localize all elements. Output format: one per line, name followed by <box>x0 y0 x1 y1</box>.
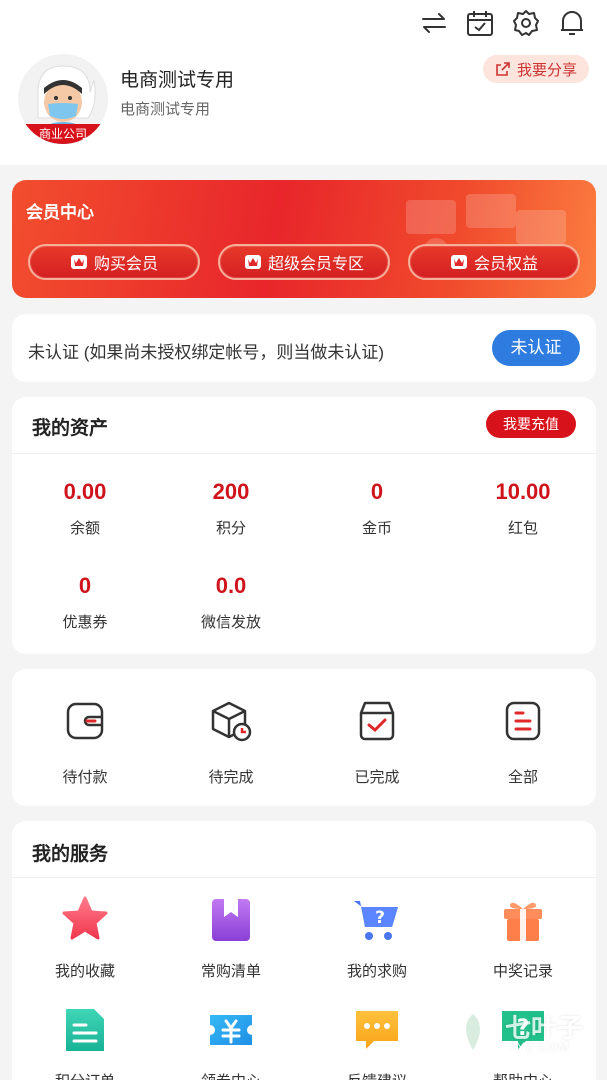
service-label: 常购清单 <box>200 963 261 980</box>
buy-membership-label: 购买会员 <box>93 256 158 273</box>
orders-card: 待付款 待完成 已完成 全部 <box>12 669 596 806</box>
asset-label: 微信发放 <box>200 614 261 631</box>
service-label: 领券中心 <box>158 1070 304 1080</box>
asset-label: 金币 <box>361 520 392 537</box>
super-member-zone-button[interactable]: 超级会员专区 <box>218 244 390 280</box>
crown-icon <box>244 255 261 269</box>
avatar[interactable]: 商业公司 <box>18 54 108 144</box>
order-completed[interactable]: 已完成 <box>304 699 450 787</box>
service-feedback[interactable]: 反馈建议 <box>304 1005 450 1080</box>
order-pending-completion[interactable]: 待完成 <box>158 699 304 787</box>
service-favorites[interactable]: 我的收藏 <box>12 895 158 981</box>
order-label: 待付款 <box>62 769 108 786</box>
svg-text:?: ? <box>375 908 385 928</box>
avatar-badge: 商业公司 <box>18 124 108 144</box>
gift-icon <box>504 902 542 941</box>
calendar-check-icon[interactable] <box>465 8 495 38</box>
asset-label: 积分 <box>215 520 246 537</box>
crown-icon <box>450 255 467 269</box>
switch-icon[interactable] <box>419 8 449 38</box>
top-toolbar <box>419 8 587 38</box>
service-label: 我的求购 <box>346 963 407 980</box>
auth-status-text: 未认证 (如果尚未授权绑定帐号，则当做未认证) <box>28 343 385 362</box>
asset-value: 200 <box>212 479 250 504</box>
recharge-button[interactable]: 我要充值 <box>486 410 576 438</box>
asset-value: 0.00 <box>63 479 107 504</box>
order-pending-payment[interactable]: 待付款 <box>12 699 158 787</box>
order-label: 已完成 <box>354 769 400 786</box>
service-label: 中奖记录 <box>492 963 553 980</box>
share-label: 我要分享 <box>516 61 577 79</box>
package-clock-icon <box>211 701 252 742</box>
order-label: 待完成 <box>208 769 254 786</box>
user-name: 电商测试专用 <box>120 70 235 91</box>
services-title: 我的服务 <box>32 844 109 865</box>
member-benefits-label: 会员权益 <box>473 256 538 273</box>
document-icon <box>66 1009 104 1051</box>
cart-question-icon: ? <box>354 901 398 940</box>
service-frequent-list[interactable]: 常购清单 <box>158 895 304 981</box>
bookmark-icon <box>212 899 250 941</box>
asset-value: 10.00 <box>495 479 551 504</box>
auth-button[interactable]: 未认证 <box>492 330 580 366</box>
asset-balance[interactable]: 0.00 余额 <box>12 479 158 538</box>
profile-header: 商业公司 电商测试专用 电商测试专用 我要分享 <box>0 0 607 165</box>
service-coupon-center[interactable]: 领券中心 <box>158 1005 304 1080</box>
asset-label: 余额 <box>69 520 100 537</box>
user-subtitle: 电商测试专用 <box>120 101 211 118</box>
member-benefits-button[interactable]: 会员权益 <box>408 244 580 280</box>
asset-value: 0 <box>78 573 92 598</box>
service-label: 我的收藏 <box>54 963 115 980</box>
super-member-zone-label: 超级会员专区 <box>267 256 364 273</box>
service-label: 积分订单 <box>12 1070 158 1080</box>
divider <box>12 453 596 454</box>
assets-title: 我的资产 <box>32 418 109 439</box>
asset-coupons[interactable]: 0 优惠券 <box>12 573 158 632</box>
service-label: 反馈建议 <box>304 1070 450 1080</box>
watermark: 七叶子 7YZ.COM <box>445 1004 595 1064</box>
watermark-subtext: 7YZ.COM <box>509 1040 570 1054</box>
service-purchase-requests[interactable]: ? 我的求购 <box>304 895 450 981</box>
asset-red-packet[interactable]: 10.00 红包 <box>450 479 596 538</box>
asset-value: 0.0 <box>215 573 247 598</box>
asset-value: 0 <box>370 479 384 504</box>
wallet-icon <box>66 702 104 740</box>
asset-coins[interactable]: 0 金币 <box>304 479 450 538</box>
chat-bubble-icon <box>356 1011 398 1049</box>
member-buttons: 购买会员 超级会员专区 会员权益 <box>28 244 580 280</box>
service-prize-records[interactable]: 中奖记录 <box>450 895 596 981</box>
coupon-icon <box>210 1015 252 1045</box>
member-center-banner: 会员中心 购买会员 超级会员专区 会员权益 <box>12 180 596 298</box>
auth-status-card: 未认证 (如果尚未授权绑定帐号，则当做未认证) 未认证 <box>12 314 596 382</box>
member-center-title: 会员中心 <box>26 203 94 222</box>
list-icon <box>505 701 541 741</box>
leaf-logo-icon <box>449 1008 497 1056</box>
divider <box>12 877 596 878</box>
crown-icon <box>70 255 87 269</box>
share-button[interactable]: 我要分享 <box>482 55 589 83</box>
asset-points[interactable]: 200 积分 <box>158 479 304 538</box>
asset-label: 优惠券 <box>62 614 108 631</box>
service-label: 帮助中心 <box>450 1070 596 1080</box>
star-icon <box>62 896 108 940</box>
share-icon <box>496 62 510 76</box>
my-assets-card: 我的资产 我要充值 0.00 余额 200 积分 0 金币 10.00 红包 0… <box>12 397 596 654</box>
buy-membership-button[interactable]: 购买会员 <box>28 244 200 280</box>
order-label: 全部 <box>507 769 538 786</box>
check-box-icon <box>359 701 395 741</box>
asset-wechat-payout[interactable]: 0.0 微信发放 <box>158 573 304 632</box>
order-all[interactable]: 全部 <box>450 699 596 787</box>
asset-label: 红包 <box>507 520 538 537</box>
bell-icon[interactable] <box>557 8 587 38</box>
gear-icon[interactable] <box>511 8 541 38</box>
service-points-orders[interactable]: 积分订单 <box>12 1005 158 1080</box>
